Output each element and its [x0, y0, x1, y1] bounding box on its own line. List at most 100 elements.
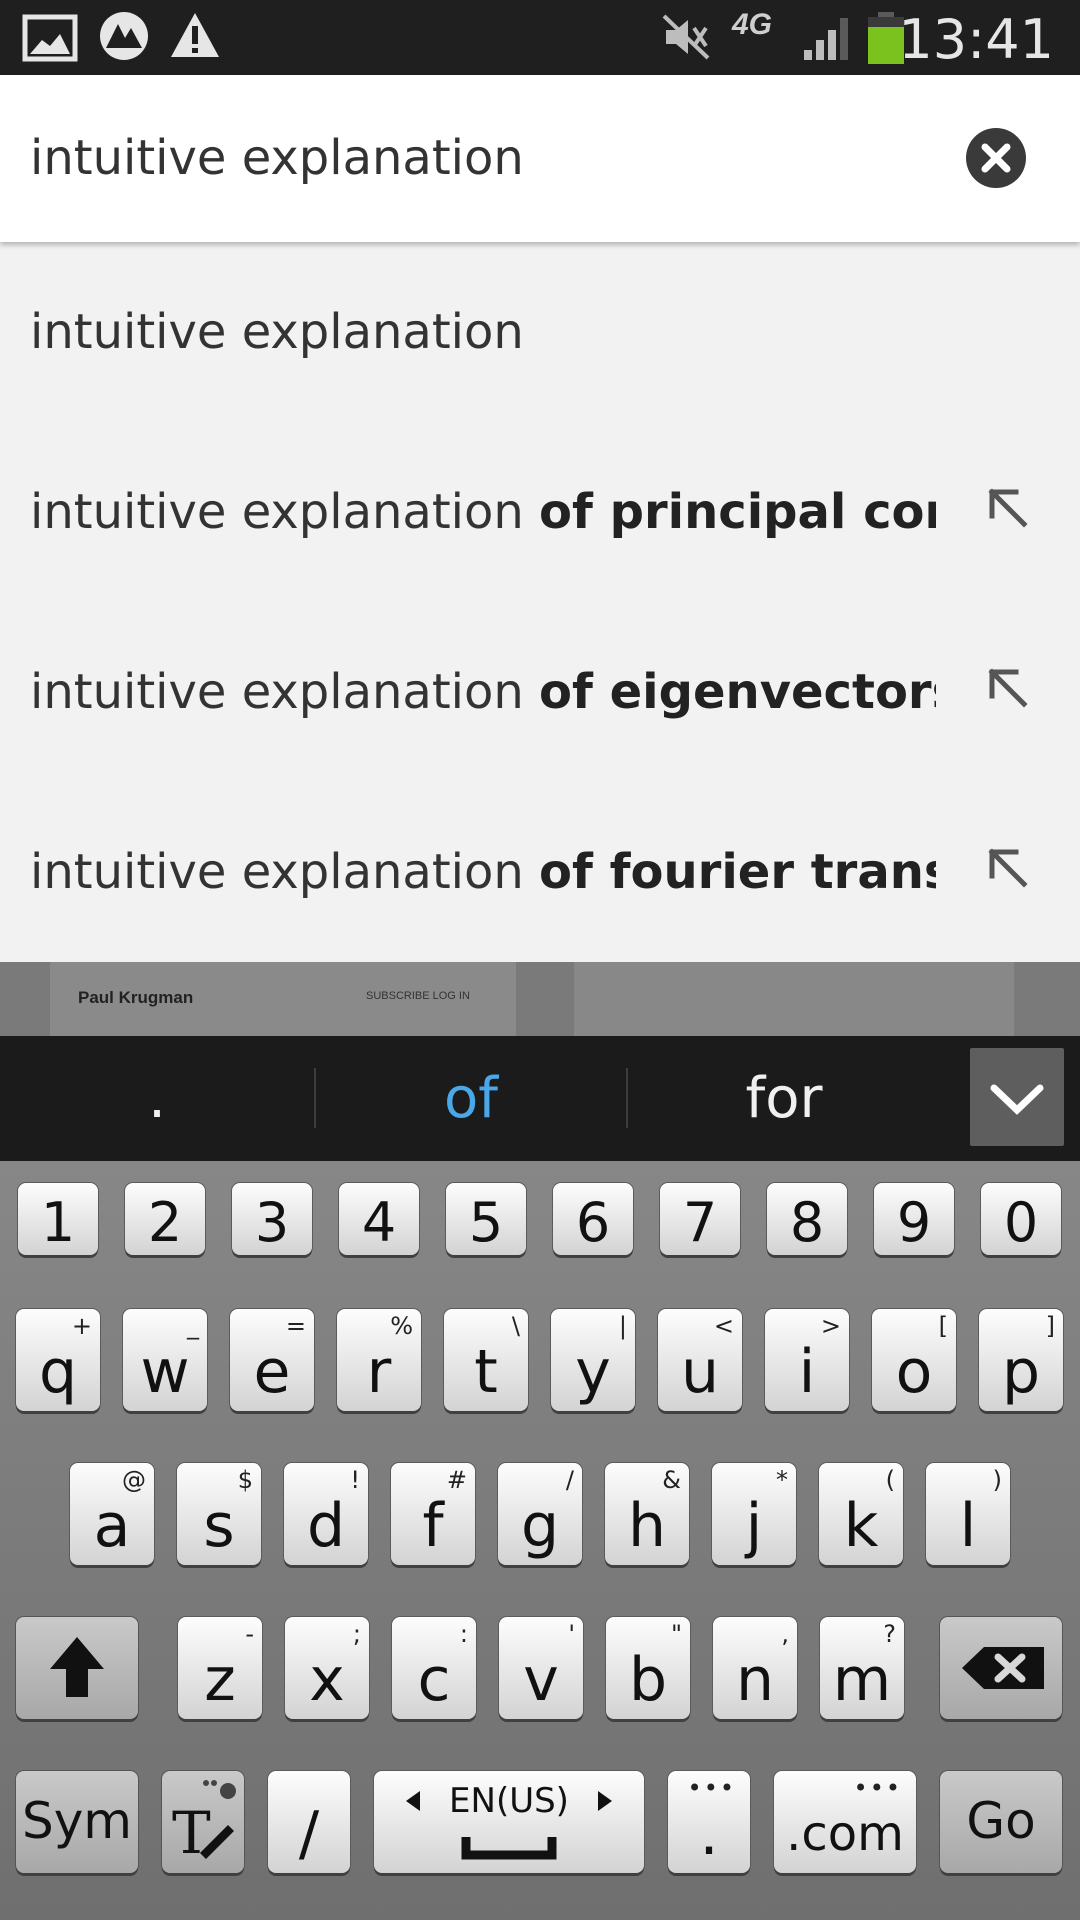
key-label: .com — [786, 1806, 904, 1862]
number-key[interactable]: 5 — [446, 1183, 526, 1255]
number-key[interactable]: 0 — [981, 1183, 1061, 1255]
letter-key[interactable]: @ a — [70, 1463, 154, 1565]
clear-search-button[interactable] — [966, 128, 1026, 188]
letter-key[interactable]: ,n — [713, 1617, 797, 1719]
letter-key[interactable]: < u — [658, 1309, 742, 1411]
search-bar: intuitive explanation — [0, 75, 1080, 242]
text-tools-key[interactable]: T — [162, 1771, 244, 1873]
secondary-char: # — [446, 1466, 467, 1494]
letter-key[interactable]: ; x — [285, 1617, 369, 1719]
key-label: 0 — [1003, 1191, 1039, 1254]
letter-key[interactable]: / g — [498, 1463, 582, 1565]
letter-key[interactable]: & h — [605, 1463, 689, 1565]
secondary-char: < — [713, 1312, 734, 1340]
more-dots: ••• — [853, 1774, 902, 1802]
suggestion-item[interactable]: intuitive explanation of principal compo — [0, 422, 1080, 602]
letter-key[interactable]: [o — [872, 1309, 956, 1411]
number-key[interactable]: 4 — [339, 1183, 419, 1255]
network-type: 4G — [732, 8, 773, 41]
prediction-word-highlighted[interactable]: of — [316, 1036, 626, 1161]
shift-key[interactable] — [16, 1617, 138, 1719]
handwriting-icon: T — [172, 1780, 236, 1867]
letter-key[interactable]: ? m — [820, 1617, 904, 1719]
secondary-char: ) — [992, 1466, 1002, 1494]
letter-key[interactable]: " b — [606, 1617, 690, 1719]
sym-key[interactable]: Sym — [16, 1771, 138, 1873]
letter-key[interactable]: # f — [391, 1463, 475, 1565]
key-label: 8 — [789, 1191, 825, 1254]
refine-arrow-icon[interactable] — [986, 846, 1030, 890]
key-label: 9 — [896, 1191, 932, 1254]
prediction-bar: . of for — [0, 1036, 1080, 1161]
letter-key[interactable]: * j — [712, 1463, 796, 1565]
key-label: z — [204, 1645, 236, 1715]
key-label: y — [575, 1337, 611, 1407]
dotcom-key[interactable]: ••• .com — [774, 1771, 916, 1873]
letter-key[interactable]: -z — [178, 1617, 262, 1719]
letter-key[interactable]: ] p — [979, 1309, 1063, 1411]
suggestion-item[interactable]: intuitive explanation — [0, 242, 1080, 422]
letter-key[interactable]: | y — [551, 1309, 635, 1411]
suggestion-text: intuitive explanation of eigenvectors — [30, 664, 936, 720]
key-label: t — [474, 1337, 498, 1407]
letter-key[interactable]: :c — [392, 1617, 476, 1719]
key-label: k — [843, 1491, 879, 1561]
key-label: l — [959, 1491, 977, 1561]
letter-key[interactable]: ) l — [926, 1463, 1010, 1565]
suggestion-text: intuitive explanation — [30, 304, 524, 360]
letter-key[interactable]: > i — [765, 1309, 849, 1411]
letter-key[interactable]: _ w — [123, 1309, 207, 1411]
letter-key[interactable]: ! d — [284, 1463, 368, 1565]
number-key[interactable]: 8 — [767, 1183, 847, 1255]
key-label: 5 — [468, 1191, 504, 1254]
key-label: g — [520, 1491, 560, 1561]
prediction-word[interactable]: . — [0, 1036, 314, 1161]
key-label: i — [798, 1337, 816, 1407]
page-links: SUBSCRIBE LOG IN — [366, 990, 470, 1002]
search-input[interactable]: intuitive explanation — [30, 130, 524, 186]
secondary-char: % — [390, 1312, 413, 1340]
number-key[interactable]: 7 — [660, 1183, 740, 1255]
secondary-char: ] — [1045, 1312, 1055, 1340]
number-key[interactable]: 3 — [232, 1183, 312, 1255]
letter-key[interactable]: \ t — [444, 1309, 528, 1411]
sym-label: Sym — [21, 1792, 133, 1850]
clock: 13:41 — [898, 8, 1054, 71]
suggestion-item[interactable]: intuitive explanation of fourier transfo… — [0, 782, 1080, 962]
secondary-char: , — [781, 1620, 789, 1648]
number-key[interactable]: 9 — [874, 1183, 954, 1255]
letter-key[interactable]: $ s — [177, 1463, 261, 1565]
number-key[interactable]: 2 — [125, 1183, 205, 1255]
prediction-word[interactable]: for — [628, 1036, 940, 1161]
letter-key[interactable]: ' v — [499, 1617, 583, 1719]
shift-arrow-icon — [50, 1637, 104, 1697]
letter-key[interactable]: (k — [819, 1463, 903, 1565]
key-label: 7 — [682, 1191, 718, 1254]
key-label: 6 — [575, 1191, 611, 1254]
refine-arrow-icon[interactable] — [986, 666, 1030, 710]
key-label: a — [93, 1491, 131, 1561]
letter-key[interactable]: % r — [337, 1309, 421, 1411]
number-key[interactable]: 6 — [553, 1183, 633, 1255]
secondary-char: ! — [350, 1466, 360, 1494]
key-label: n — [735, 1645, 775, 1715]
backspace-key[interactable] — [940, 1617, 1062, 1719]
secondary-char: ? — [883, 1620, 896, 1648]
letter-key[interactable]: = e — [230, 1309, 314, 1411]
number-key[interactable]: 1 — [18, 1183, 98, 1255]
background-page: Paul Krugman SUBSCRIBE LOG IN — [0, 962, 1080, 1036]
period-key[interactable]: ••• . — [668, 1771, 750, 1873]
key-label: u — [680, 1337, 720, 1407]
hide-keyboard-button[interactable] — [970, 1048, 1064, 1146]
go-key[interactable]: Go — [940, 1771, 1062, 1873]
suggestion-item[interactable]: intuitive explanation of eigenvectors — [0, 602, 1080, 782]
slash-key[interactable]: / — [268, 1771, 350, 1873]
key-label: 3 — [254, 1191, 290, 1254]
refine-arrow-icon[interactable] — [986, 486, 1030, 530]
secondary-char: > — [820, 1312, 841, 1340]
key-label: e — [253, 1337, 291, 1407]
letter-key[interactable]: + q — [16, 1309, 100, 1411]
space-key[interactable]: EN(US) — [374, 1771, 644, 1873]
more-dots: ••• — [687, 1774, 736, 1802]
key-label: h — [627, 1491, 667, 1561]
